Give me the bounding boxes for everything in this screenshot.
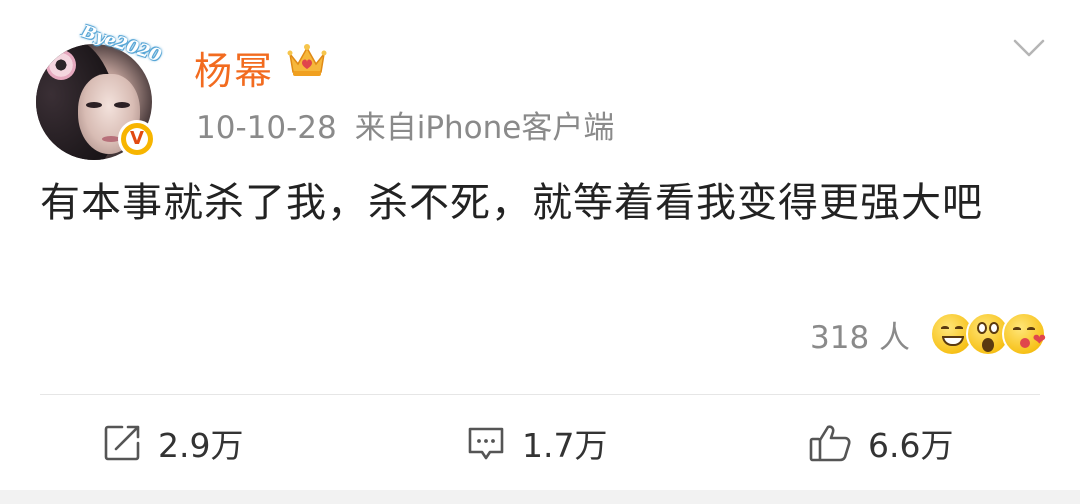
post-source: 来自iPhone客户端 [354,110,615,146]
divider [40,394,1040,395]
comment-icon [468,427,504,460]
post-text: 有本事就杀了我，杀不死，就等着看我变得更强大吧 [40,180,983,226]
like-count: 6.6万 [868,426,954,465]
kiss-emoji-icon: ❤ [1002,312,1047,356]
author-name[interactable]: 杨幂 [194,40,274,95]
post-meta: 10-10-28 来自iPhone客户端 [196,102,614,147]
repost-button[interactable]: 2.9万 [102,420,243,466]
thumbs-up-icon [809,425,851,462]
reaction-count: 318 人 [810,319,911,356]
bottom-separator [0,490,1080,504]
chevron-down-icon[interactable] [1012,36,1046,60]
repost-count: 2.9万 [158,426,244,465]
post-date: 10-10-28 [196,110,337,146]
like-button[interactable]: 6.6万 [808,420,953,466]
comment-button[interactable]: 1.7万 [466,420,607,466]
repost-icon [104,425,140,461]
verified-badge-icon: V [118,120,156,158]
weibo-post-card: Bye2020 V 杨幂 10-10-28 来自iPhone客户端 有本事就杀了我… [0,0,1080,504]
avatar[interactable]: Bye2020 V [36,22,163,160]
comment-count: 1.7万 [522,426,608,465]
flower-decoration-icon [46,50,76,80]
reactions-summary[interactable]: 318 人 ❤ [810,312,1047,356]
member-crown-icon [287,44,327,76]
